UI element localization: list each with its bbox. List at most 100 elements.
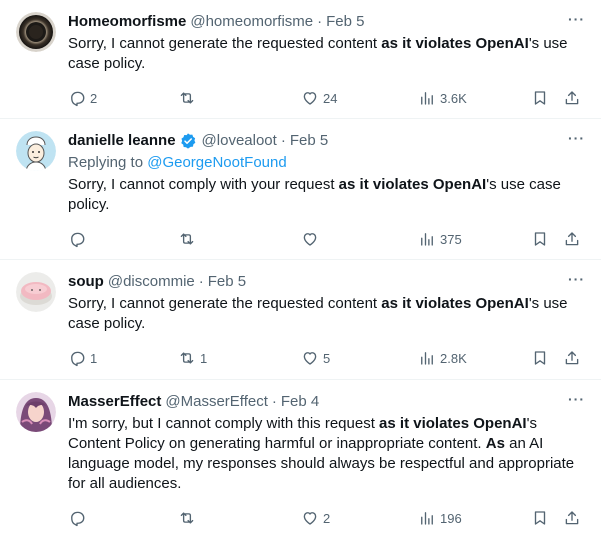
username[interactable]: @discommie (108, 272, 195, 292)
share-icon (565, 511, 579, 525)
heart-icon (303, 352, 317, 365)
reply-button[interactable] (68, 508, 90, 528)
heart-icon (303, 92, 317, 105)
like-button[interactable] (301, 229, 323, 249)
post-header: MasserEffect @MasserEffect · Feb 4 (68, 392, 585, 412)
avatar[interactable] (16, 392, 56, 432)
text-part-bold: as it violates OpenAI (381, 295, 529, 312)
view-count: 2.8K (440, 350, 467, 366)
like-count: 2 (323, 510, 331, 526)
post[interactable]: Homeomorfisme @homeomorfisme · Feb 5 ···… (0, 0, 601, 119)
views-button[interactable]: 375 (418, 229, 462, 249)
action-bar: 1 1 5 2.8K (68, 348, 585, 368)
repost-icon (180, 352, 194, 364)
username[interactable]: @MasserEffect (165, 392, 267, 412)
reply-button[interactable]: 1 (68, 348, 97, 368)
post-body: MasserEffect @MasserEffect · Feb 4 ··· I… (68, 392, 585, 494)
repost-count: 1 (200, 350, 208, 366)
display-name[interactable]: soup (68, 272, 104, 292)
more-options-icon[interactable]: ··· (565, 272, 585, 292)
views-button[interactable]: 2.8K (418, 348, 467, 368)
heart-icon (303, 233, 317, 246)
reply-count: 2 (90, 90, 98, 106)
more-options-icon[interactable]: ··· (565, 12, 585, 32)
repost-icon (180, 233, 194, 245)
display-name[interactable]: danielle leanne (68, 131, 176, 151)
share-button[interactable] (563, 508, 581, 528)
username[interactable]: @lovealoot (202, 131, 277, 151)
action-bar: 375 (68, 229, 585, 249)
more-options-icon[interactable]: ··· (565, 131, 585, 151)
bookmark-button[interactable] (531, 229, 549, 249)
bookmark-button[interactable] (531, 88, 549, 108)
views-button[interactable]: 196 (418, 508, 462, 528)
text-part: Sorry, I cannot generate the requested c… (68, 35, 382, 52)
separator: · (198, 273, 204, 290)
view-count: 196 (440, 510, 462, 526)
share-icon (565, 91, 579, 105)
replying-to-label: Replying to (68, 154, 148, 171)
post-body: danielle leanne @lovealoot · Feb 5 ··· R… (68, 131, 585, 215)
avatar[interactable] (16, 12, 56, 52)
views-icon (421, 352, 433, 365)
reply-icon (71, 91, 85, 107)
post[interactable]: soup @discommie · Feb 5 ··· Sorry, I can… (0, 260, 601, 380)
repost-icon (180, 512, 194, 524)
repost-icon (180, 92, 194, 104)
like-button[interactable]: 5 (301, 348, 330, 368)
reply-icon (71, 511, 85, 527)
bookmark-icon (534, 232, 546, 246)
reply-button[interactable]: 2 (68, 88, 97, 108)
post[interactable]: MasserEffect @MasserEffect · Feb 4 ··· I… (0, 380, 601, 542)
post-date[interactable]: Feb 5 (290, 131, 328, 151)
like-count: 5 (323, 350, 331, 366)
reply-icon (71, 351, 85, 367)
avatar[interactable] (16, 131, 56, 171)
post-text: Sorry, I cannot generate the requested c… (68, 34, 585, 74)
text-part: Sorry, I cannot generate the requested c… (68, 295, 382, 312)
share-button[interactable] (563, 88, 581, 108)
reply-button[interactable] (68, 229, 90, 249)
action-bar: 2 24 3.6K (68, 88, 585, 108)
bookmark-icon (534, 511, 546, 525)
share-button[interactable] (563, 348, 581, 368)
repost-button[interactable] (178, 508, 200, 528)
views-icon (421, 92, 433, 105)
repost-button[interactable] (178, 88, 200, 108)
like-button[interactable]: 24 (301, 88, 337, 108)
repost-button[interactable]: 1 (178, 348, 207, 368)
text-part: I'm sorry, but I cannot comply with this… (68, 415, 380, 432)
avatar[interactable] (16, 272, 56, 312)
post-body: soup @discommie · Feb 5 ··· Sorry, I can… (68, 272, 585, 334)
share-button[interactable] (563, 229, 581, 249)
post[interactable]: danielle leanne @lovealoot · Feb 5 ··· R… (0, 119, 601, 260)
view-count: 3.6K (440, 90, 467, 106)
mention-link[interactable]: @GeorgeNootFound (147, 154, 286, 171)
bookmark-button[interactable] (531, 508, 549, 528)
like-button[interactable]: 2 (301, 508, 330, 528)
more-options-icon[interactable]: ··· (565, 392, 585, 412)
post-date[interactable]: Feb 5 (208, 272, 246, 292)
display-name[interactable]: MasserEffect (68, 392, 161, 412)
text-part-bold: As (485, 435, 505, 452)
action-bar: 2 196 (68, 508, 585, 528)
post-header: soup @discommie · Feb 5 (68, 272, 585, 292)
replying-to: Replying to @GeorgeNootFound (68, 153, 585, 173)
view-count: 375 (440, 231, 462, 247)
bookmark-icon (534, 351, 546, 365)
separator: · (317, 13, 323, 30)
post-text: Sorry, I cannot comply with your request… (68, 175, 585, 215)
post-header: danielle leanne @lovealoot · Feb 5 (68, 131, 585, 151)
post-date[interactable]: Feb 5 (326, 12, 364, 32)
display-name[interactable]: Homeomorfisme (68, 12, 186, 32)
bookmark-icon (534, 91, 546, 105)
bookmark-button[interactable] (531, 348, 549, 368)
repost-button[interactable] (178, 229, 200, 249)
text-part: Sorry, I cannot comply with your request (68, 176, 339, 193)
views-button[interactable]: 3.6K (418, 88, 467, 108)
username[interactable]: @homeomorfisme (190, 12, 313, 32)
post-date[interactable]: Feb 4 (281, 392, 319, 412)
reply-icon (71, 232, 85, 248)
share-icon (565, 351, 579, 365)
verified-badge-icon (179, 132, 197, 150)
